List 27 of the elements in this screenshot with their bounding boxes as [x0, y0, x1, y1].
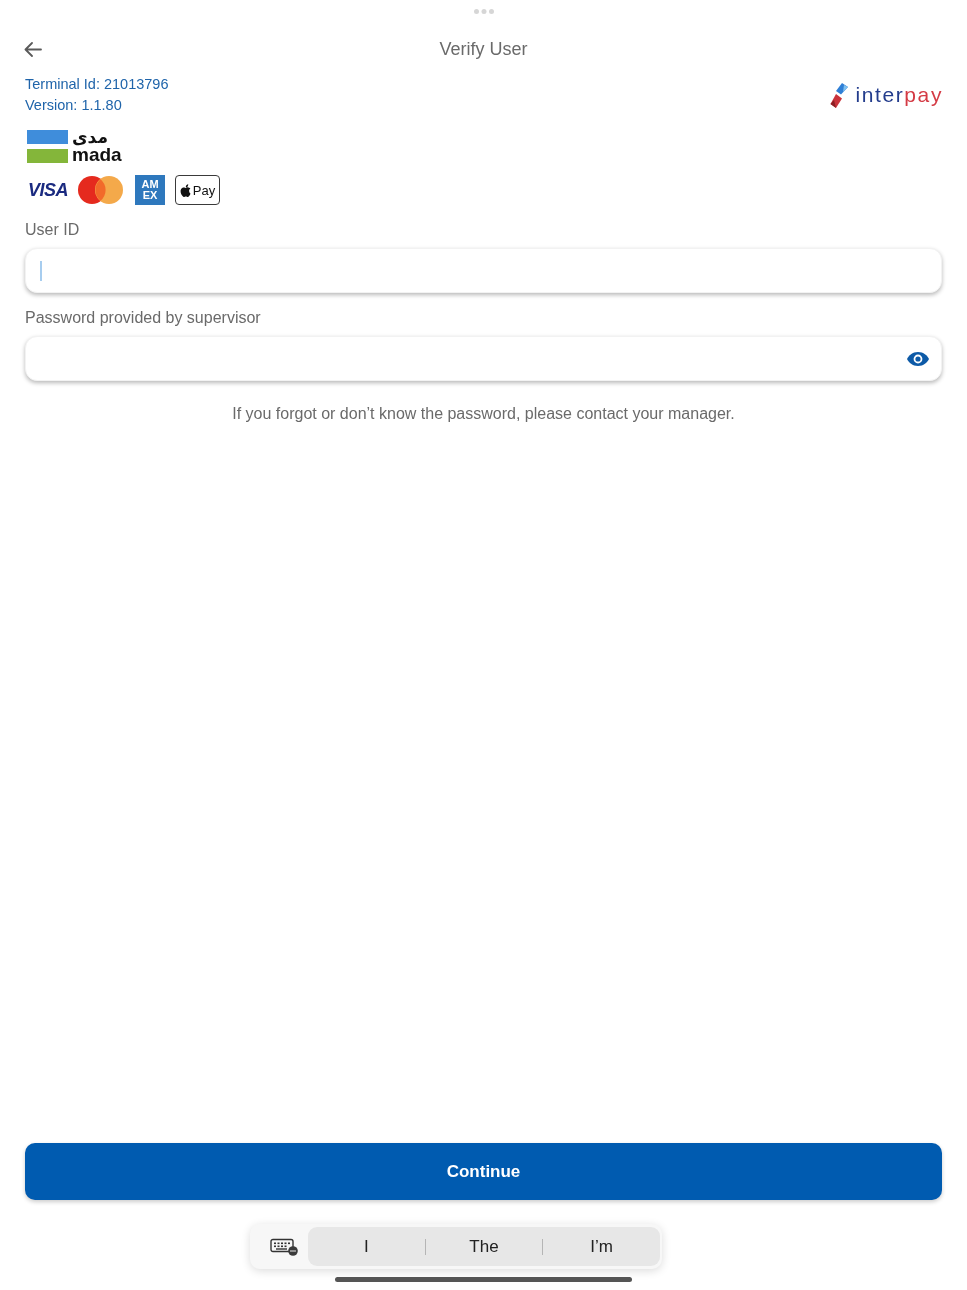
overlapping-circles-icon	[78, 176, 123, 204]
hint-text: If you forgot or don’t know the password, please contact your manager.	[231, 404, 736, 424]
suggestion-button[interactable]: The	[425, 1227, 543, 1266]
brand-name: interpay	[855, 83, 943, 107]
stripes-icon	[27, 129, 68, 163]
pay-text: Pay	[192, 182, 216, 198]
terminal-id-text: Terminal Id: 21013796	[25, 75, 169, 94]
suggestion-button[interactable]: I’m	[543, 1227, 660, 1266]
visa-logo: VISA	[28, 179, 68, 201]
amex-logo: AM EX	[135, 175, 165, 205]
eye-icon[interactable]	[907, 351, 929, 366]
logo-text: mada	[72, 146, 122, 163]
back-button[interactable]	[24, 41, 42, 57]
back-arrow-icon	[24, 41, 42, 57]
logo-text: مدى	[72, 129, 109, 146]
text-field[interactable]	[25, 248, 942, 293]
version-text: Version: 1.1.80	[25, 96, 123, 115]
field-label: User ID	[25, 220, 81, 240]
apple-icon	[179, 183, 191, 197]
more-dots-icon[interactable]	[473, 8, 494, 14]
suggestion-button[interactable]: I	[308, 1227, 425, 1266]
page-title: Verify User	[439, 38, 528, 60]
password-field[interactable]	[25, 336, 942, 381]
chevron-mark-icon	[830, 82, 850, 108]
keyboard-icon[interactable]	[270, 1237, 298, 1256]
continue-button[interactable]: Continue	[25, 1143, 942, 1200]
field-label: Password provided by supervisor	[25, 308, 262, 328]
